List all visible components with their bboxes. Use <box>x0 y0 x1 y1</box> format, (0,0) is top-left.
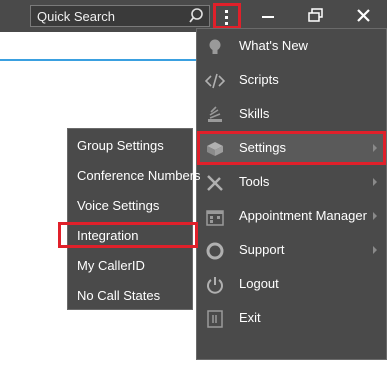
menu-item-exit[interactable]: Exit <box>197 301 386 335</box>
power-icon <box>205 275 225 295</box>
lifebuoy-icon <box>205 241 225 261</box>
submenu-item-voice-settings[interactable]: Voice Settings <box>68 192 192 218</box>
vertical-dots-icon <box>225 10 228 25</box>
submenu-item-label: Group Settings <box>77 138 164 153</box>
submenu-item-my-callerid[interactable]: My CallerID <box>68 252 192 278</box>
calendar-icon <box>205 207 225 227</box>
menu-item-label: Logout <box>239 276 279 291</box>
menu-item-support[interactable]: Support <box>197 233 386 267</box>
submenu-item-no-call-states[interactable]: No Call States <box>68 282 192 308</box>
menu-item-label: Settings <box>239 140 286 155</box>
quick-search-box[interactable] <box>30 5 210 27</box>
settings-submenu: Group Settings Conference Numbers Voice … <box>58 128 201 310</box>
submenu-item-label: No Call States <box>77 288 161 303</box>
submenu-item-conference-numbers[interactable]: Conference Numbers <box>68 162 201 188</box>
menu-item-skills[interactable]: Skills <box>197 97 386 131</box>
restore-icon <box>308 8 323 22</box>
tools-icon <box>205 173 225 193</box>
close-icon <box>357 9 370 22</box>
menu-item-label: Scripts <box>239 72 279 87</box>
skills-icon <box>205 105 225 125</box>
close-button[interactable] <box>354 6 374 26</box>
menu-item-tools[interactable]: Tools <box>197 165 386 199</box>
lightbulb-icon <box>205 37 225 57</box>
content-area-border <box>0 59 200 61</box>
more-menu-button[interactable] <box>213 3 241 29</box>
main-menu: What's New Scripts Skills Settings Tools… <box>196 28 387 360</box>
minimize-button[interactable] <box>258 6 278 26</box>
restore-button[interactable] <box>306 6 326 26</box>
submenu-arrow-icon <box>373 144 377 152</box>
submenu-item-label: Voice Settings <box>77 198 160 213</box>
menu-item-label: Tools <box>239 174 270 189</box>
menu-item-appointment-manager[interactable]: Appointment Manager <box>197 199 386 233</box>
menu-item-label: Exit <box>239 310 261 325</box>
submenu-item-integration[interactable]: Integration <box>58 222 198 248</box>
submenu-item-label: Conference Numbers <box>77 168 201 183</box>
menu-item-label: Support <box>239 242 285 257</box>
submenu-item-label: My CallerID <box>77 258 145 273</box>
code-icon <box>204 71 226 91</box>
submenu-arrow-icon <box>373 246 377 254</box>
menu-item-label: Appointment Manager <box>239 208 367 223</box>
menu-item-label: Skills <box>239 106 270 121</box>
submenu-item-group-settings[interactable]: Group Settings <box>68 132 192 158</box>
search-input[interactable] <box>31 6 181 26</box>
settings-box-icon <box>205 139 225 159</box>
search-icon[interactable] <box>189 7 207 25</box>
submenu-arrow-icon <box>373 178 377 186</box>
menu-item-settings[interactable]: Settings <box>197 131 386 165</box>
menu-item-scripts[interactable]: Scripts <box>197 63 386 97</box>
submenu-item-label: Integration <box>77 228 139 243</box>
menu-item-label: What's New <box>239 38 308 53</box>
menu-item-logout[interactable]: Logout <box>197 267 386 301</box>
minimize-icon <box>262 16 274 18</box>
menu-item-whats-new[interactable]: What's New <box>197 29 386 63</box>
submenu-arrow-icon <box>373 212 377 220</box>
exit-icon <box>205 309 225 329</box>
